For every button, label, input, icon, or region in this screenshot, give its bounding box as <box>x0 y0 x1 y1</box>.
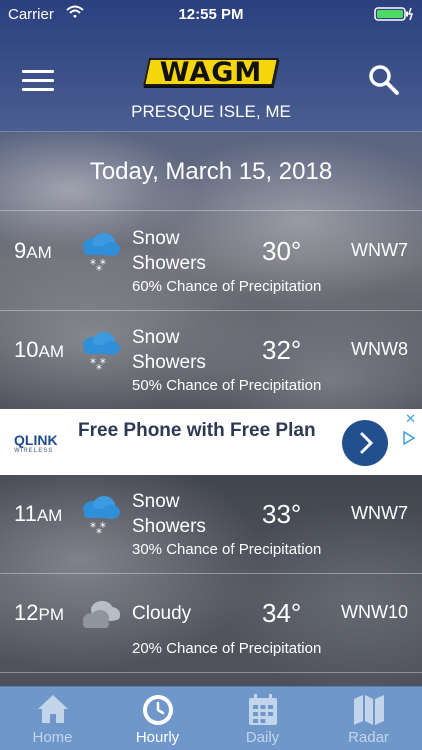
temperature: 32° <box>262 335 302 365</box>
precipitation-chance: 30% Chance of Precipitation <box>132 541 322 558</box>
condition-label: Cloudy <box>132 603 192 624</box>
precipitation-chance: 50% Chance of Precipitation <box>132 377 322 394</box>
tab-label: Hourly <box>135 729 180 746</box>
date-header: Today, March 15, 2018 <box>0 133 422 211</box>
svg-text:*: * <box>96 263 102 274</box>
cloudy-icon <box>83 601 120 628</box>
search-icon[interactable] <box>368 64 400 96</box>
qlink-logo-sub: WIRELESS <box>14 448 54 454</box>
tab-home[interactable]: Home <box>0 687 105 750</box>
tab-radar[interactable]: Radar <box>316 687 421 750</box>
wind: WNW7 <box>351 240 408 260</box>
precipitation-chance: 20% Chance of Precipitation <box>132 640 322 657</box>
svg-text:*: * <box>96 526 102 537</box>
calendar-icon <box>249 694 277 725</box>
condition-label: Snow Showers <box>132 228 206 274</box>
tab-label: Home <box>32 729 73 746</box>
wind: WNW7 <box>351 503 408 523</box>
ad-text: Free Phone with Free Plan <box>78 420 316 441</box>
snow-showers-icon: * * * <box>83 233 120 274</box>
clock-icon <box>143 695 173 725</box>
snow-showers-icon: * * * <box>83 332 120 373</box>
ad-close-icon[interactable]: ✕ <box>405 411 416 427</box>
status-time: 12:55 PM <box>178 6 244 23</box>
precipitation-chance: 60% Chance of Precipitation <box>132 278 322 295</box>
location-label: PRESQUE ISLE, ME <box>131 102 291 121</box>
home-icon <box>38 695 68 723</box>
qlink-logo: QLINK WIRELESS <box>14 432 58 454</box>
chevron-right-icon <box>360 432 374 454</box>
hourly-row[interactable]: 10AM * * * Snow Showers 32° WNW8 50% Cha… <box>0 311 422 410</box>
temperature: 30° <box>262 236 302 266</box>
battery-icon <box>374 7 414 21</box>
adchoices-icon[interactable] <box>402 431 416 445</box>
ad-banner[interactable]: QLINK WIRELESS Free Phone with Free Plan … <box>0 409 422 475</box>
condition-label: Snow Showers <box>132 327 206 373</box>
map-icon <box>354 695 384 725</box>
tab-label: Daily <box>245 729 280 746</box>
menu-icon[interactable] <box>22 70 54 92</box>
ad-arrow-button[interactable] <box>342 420 388 466</box>
hour-label: 10AM <box>14 337 64 362</box>
hour-label: 12PM <box>14 600 64 625</box>
hourly-row[interactable]: 11AM * * * Snow Showers 33° WNW7 30% Cha… <box>0 475 422 574</box>
temperature: 33° <box>262 499 302 529</box>
tab-bar: Home Hourly Daily Radar <box>0 686 422 750</box>
temperature: 34° <box>262 598 302 628</box>
hour-label: 11AM <box>14 501 63 526</box>
wagm-logo: WAGM <box>159 57 263 88</box>
svg-text:*: * <box>96 362 102 373</box>
snow-showers-icon: * * * <box>83 496 120 537</box>
header: Carrier 12:55 PM WAGM PRESQUE ISLE, ME <box>0 0 422 132</box>
wind: WNW8 <box>351 339 408 359</box>
hourly-row[interactable]: 12PM Cloudy 34° WNW10 20% Chance of Prec… <box>0 574 422 673</box>
status-bar: Carrier 12:55 PM <box>0 0 422 28</box>
tab-hourly[interactable]: Hourly <box>105 687 210 750</box>
hourly-row[interactable]: 9AM * * * Snow Showers 30° WNW7 60% Chan… <box>0 212 422 311</box>
hour-label: 9AM <box>14 238 52 263</box>
wind: WNW10 <box>341 602 408 622</box>
tab-label: Radar <box>348 729 389 746</box>
condition-label: Snow Showers <box>132 491 206 537</box>
tab-daily[interactable]: Daily <box>210 687 315 750</box>
